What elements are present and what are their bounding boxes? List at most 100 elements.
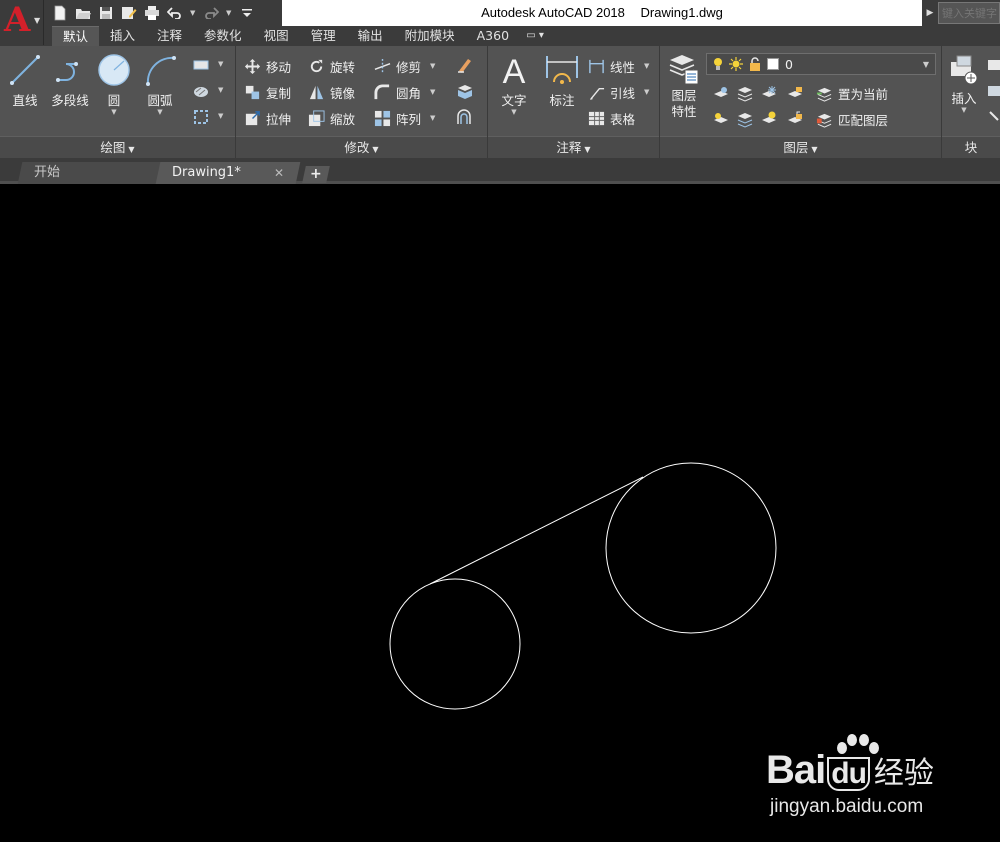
application-menu-button[interactable]: A ▼ — [0, 0, 44, 45]
explode-icon[interactable] — [456, 82, 474, 100]
chevron-down-icon[interactable]: ▼ — [140, 109, 180, 116]
array-label: 阵列 — [396, 111, 422, 127]
chevron-down-icon[interactable]: ▼ — [430, 114, 435, 122]
scale-button[interactable]: 缩放 — [308, 107, 355, 129]
small-circle[interactable] — [389, 578, 521, 710]
layer-thaw-icon[interactable] — [760, 110, 778, 128]
unlock-icon[interactable] — [749, 57, 761, 71]
chevron-right-icon[interactable]: ▶ — [922, 0, 938, 26]
layer-lock-icon[interactable] — [786, 84, 804, 102]
scale-label: 缩放 — [330, 111, 356, 127]
open-icon[interactable] — [75, 5, 91, 21]
hatch-icon[interactable] — [192, 82, 210, 100]
offset-icon[interactable] — [456, 108, 474, 126]
layer-isolate-icon[interactable] — [736, 84, 754, 102]
dimension-button[interactable]: 标注 — [542, 52, 582, 109]
insert-block-button[interactable]: 插入 ▼ — [946, 52, 982, 114]
boundary-icon[interactable] — [192, 108, 210, 126]
match-layer-label: 匹配图层 — [838, 112, 889, 128]
chevron-down-icon[interactable]: ▼ — [946, 107, 982, 114]
tab-view[interactable]: 视图 — [253, 26, 300, 46]
edit-attributes-icon[interactable] — [986, 108, 1000, 126]
layer-unisolate-icon[interactable] — [736, 110, 754, 128]
stretch-icon — [245, 110, 260, 125]
chevron-down-icon[interactable]: ▼ — [226, 9, 232, 17]
chevron-down-icon[interactable]: ▼ — [430, 88, 435, 96]
block-panel-title[interactable]: 块 — [942, 136, 1000, 158]
layer-unlock-icon[interactable] — [786, 110, 804, 128]
plot-icon[interactable] — [144, 5, 160, 21]
chevron-down-icon[interactable]: ▼ — [218, 60, 223, 68]
chevron-down-icon[interactable]: ▼ — [218, 86, 223, 94]
copy-button[interactable]: 复制 — [244, 81, 291, 103]
search-input[interactable] — [938, 2, 1000, 24]
layers-panel-title[interactable]: 图层 ▼ — [660, 136, 941, 158]
new-icon[interactable] — [52, 5, 68, 21]
layer-on-icon[interactable] — [712, 110, 730, 128]
save-icon[interactable] — [98, 5, 114, 21]
edit-block-icon[interactable] — [986, 82, 1000, 100]
undo-icon[interactable] — [167, 5, 183, 21]
chevron-down-icon[interactable]: ▼ — [190, 9, 196, 17]
tab-parametric[interactable]: 参数化 — [193, 26, 253, 46]
match-layer-button[interactable]: 匹配图层 — [816, 108, 888, 130]
lightbulb-icon[interactable] — [713, 57, 723, 71]
block-panel-title-label: 块 — [964, 140, 978, 155]
layer-properties-button[interactable]: 图层 特性 — [666, 52, 702, 120]
tab-output[interactable]: 输出 — [347, 26, 394, 46]
polyline-button[interactable]: 多段线 — [48, 52, 92, 109]
line-button[interactable]: 直线 — [6, 52, 44, 109]
annotation-panel-title[interactable]: 注释 ▼ — [488, 136, 659, 158]
modify-panel-title[interactable]: 修改 ▼ — [236, 136, 487, 158]
chevron-down-icon[interactable]: ▼ — [96, 109, 132, 116]
array-button[interactable]: 阵列 ▼ — [374, 107, 435, 129]
mirror-button[interactable]: 镜像 — [308, 81, 355, 103]
arc-button[interactable]: 圆弧 ▼ — [140, 52, 180, 116]
close-icon[interactable]: ✕ — [274, 162, 284, 184]
layer-off-icon[interactable] — [712, 84, 730, 102]
layer-color-swatch[interactable] — [767, 58, 779, 70]
sun-icon[interactable] — [729, 57, 743, 71]
tab-manage[interactable]: 管理 — [300, 26, 347, 46]
linear-label: 线性 — [610, 59, 636, 75]
erase-icon[interactable] — [456, 56, 474, 74]
tab-insert[interactable]: 插入 — [99, 26, 146, 46]
chevron-down-icon[interactable]: ▼ — [923, 60, 929, 69]
leader-button[interactable]: 引线 ▼ — [588, 81, 649, 103]
new-tab-button[interactable]: + — [302, 166, 330, 183]
make-current-label: 置为当前 — [838, 86, 889, 102]
move-button[interactable]: 移动 — [244, 55, 291, 77]
circle-button[interactable]: 圆 ▼ — [96, 52, 132, 116]
save-as-icon[interactable] — [121, 5, 137, 21]
tab-drawing1[interactable]: Drawing1* ✕ — [155, 162, 301, 184]
rectangle-icon[interactable] — [192, 56, 210, 74]
large-circle[interactable] — [605, 462, 777, 634]
chevron-down-icon[interactable]: ▼ — [496, 109, 532, 116]
table-button[interactable]: 表格 — [588, 107, 635, 129]
fillet-button[interactable]: 圆角 ▼ — [374, 81, 435, 103]
rotate-button[interactable]: 旋转 — [308, 55, 355, 77]
stretch-button[interactable]: 拉伸 — [244, 107, 291, 129]
tab-start[interactable]: 开始 — [17, 162, 163, 184]
tab-a360[interactable]: A360 — [466, 26, 520, 46]
chevron-down-icon[interactable]: ▼ — [430, 62, 435, 70]
tab-addins[interactable]: 附加模块 — [394, 26, 466, 46]
tab-annotate[interactable]: 注释 — [146, 26, 193, 46]
linear-dimension-button[interactable]: 线性 ▼ — [588, 55, 649, 77]
create-block-icon[interactable] — [986, 56, 1000, 74]
make-current-button[interactable]: 置为当前 — [816, 82, 888, 104]
chevron-down-icon[interactable]: ▼ — [644, 88, 649, 96]
chevron-down-icon[interactable]: ▼ — [644, 62, 649, 70]
layer-dropdown[interactable]: 0 ▼ — [706, 53, 936, 75]
watermark-url: jingyan.baidu.com — [770, 796, 924, 817]
text-button[interactable]: A 文字 ▼ — [496, 52, 532, 116]
tangent-line[interactable] — [429, 476, 644, 585]
trim-button[interactable]: 修剪 ▼ — [374, 55, 435, 77]
ribbon-display-toggle-icon[interactable]: ▭ ▾ — [520, 26, 550, 46]
draw-panel-title[interactable]: 绘图 ▼ — [0, 136, 235, 158]
chevron-down-icon[interactable]: ▼ — [218, 112, 223, 120]
customize-icon[interactable] — [239, 5, 255, 21]
tab-default[interactable]: 默认 — [52, 26, 100, 46]
layer-freeze-icon[interactable] — [760, 84, 778, 102]
redo-icon[interactable] — [203, 5, 219, 21]
